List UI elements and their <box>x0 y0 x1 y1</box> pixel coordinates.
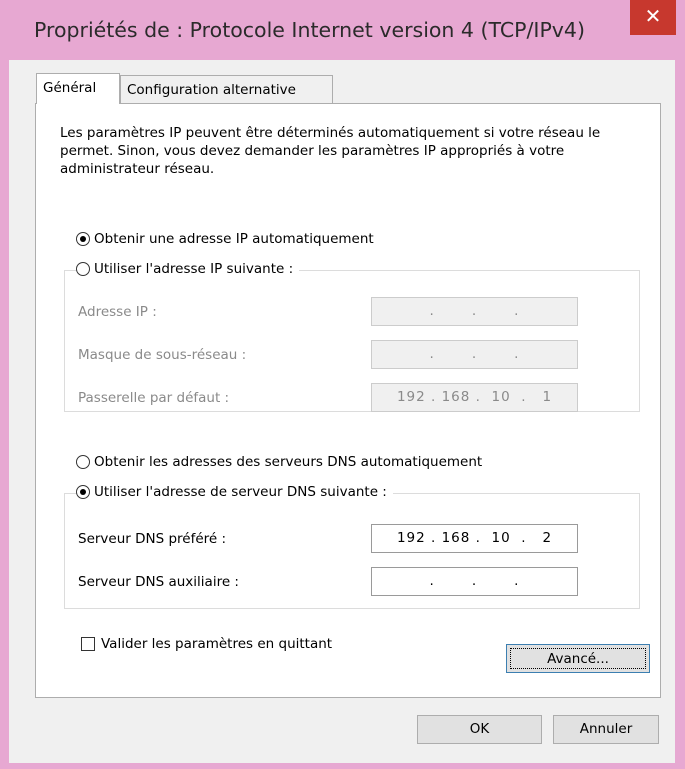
default-gateway-field[interactable]: 192 . 168 . 10 . 1 <box>371 383 578 412</box>
ip-auto-label: Obtenir une adresse IP automatiquement <box>94 231 374 247</box>
dns-manual-label: Utiliser l'adresse de serveur DNS suivan… <box>94 484 387 500</box>
alternate-dns-label: Serveur DNS auxiliaire : <box>78 574 239 590</box>
description-text: Les paramètres IP peuvent être déterminé… <box>60 125 601 177</box>
radio-indicator <box>76 485 90 499</box>
close-button[interactable]: ✕ <box>630 0 676 35</box>
dns-auto-label: Obtenir les adresses des serveurs DNS au… <box>94 454 483 470</box>
subnet-mask-label: Masque de sous-réseau : <box>78 347 247 363</box>
default-gateway-label: Passerelle par défaut : <box>78 390 230 406</box>
ip-auto-radio[interactable]: Obtenir une adresse IP automatiquement <box>76 231 374 247</box>
tab-general[interactable]: Général <box>36 73 120 104</box>
dialog-client-area: Général Configuration alternative Les pa… <box>9 60 675 763</box>
close-icon: ✕ <box>644 4 662 28</box>
radio-indicator <box>76 455 90 469</box>
validate-settings-checkbox[interactable]: Valider les paramètres en quittant <box>81 636 332 652</box>
ip-manual-label: Utiliser l'adresse IP suivante : <box>94 261 294 277</box>
checkbox-indicator <box>81 637 95 651</box>
title-bar: Propriétés de : Protocole Internet versi… <box>0 0 685 60</box>
dns-manual-radio[interactable]: Utiliser l'adresse de serveur DNS suivan… <box>76 484 393 500</box>
subnet-mask-field[interactable]: . . . <box>371 340 578 369</box>
window-title: Propriétés de : Protocole Internet versi… <box>34 18 585 42</box>
ip-address-label: Adresse IP : <box>78 304 157 320</box>
advanced-button-label: Avancé... <box>510 648 646 669</box>
cancel-button[interactable]: Annuler <box>553 715 659 744</box>
ok-button[interactable]: OK <box>417 715 542 744</box>
preferred-dns-label: Serveur DNS préféré : <box>78 531 227 547</box>
general-panel: Les paramètres IP peuvent être déterminé… <box>35 103 661 698</box>
ip-address-field[interactable]: . . . <box>371 297 578 326</box>
alternate-dns-field[interactable]: . . . <box>371 567 578 596</box>
tab-alternate-configuration[interactable]: Configuration alternative <box>120 75 333 104</box>
preferred-dns-field[interactable]: 192 . 168 . 10 . 2 <box>371 524 578 553</box>
ip-manual-radio[interactable]: Utiliser l'adresse IP suivante : <box>76 261 300 277</box>
radio-indicator <box>76 232 90 246</box>
validate-settings-label: Valider les paramètres en quittant <box>101 636 333 652</box>
dns-auto-radio[interactable]: Obtenir les adresses des serveurs DNS au… <box>76 454 482 470</box>
radio-indicator <box>76 262 90 276</box>
advanced-button[interactable]: Avancé... <box>506 644 650 673</box>
